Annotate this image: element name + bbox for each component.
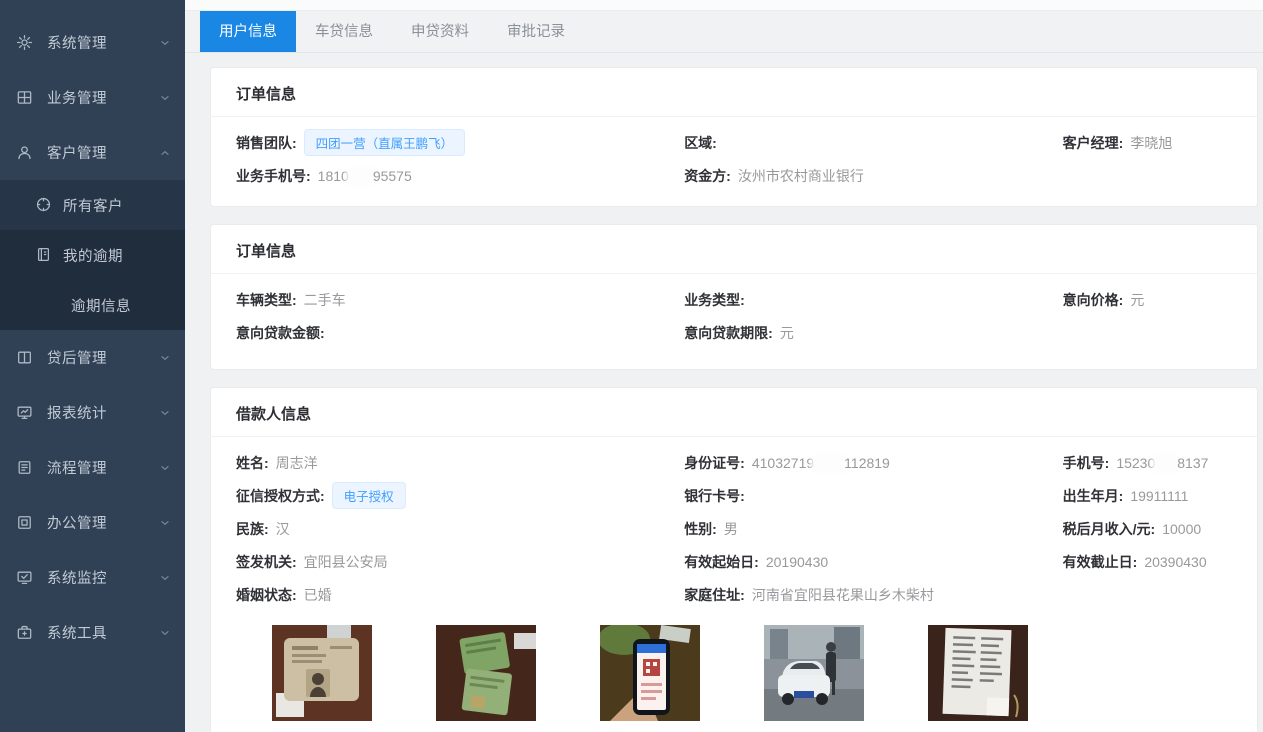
redaction-blur bbox=[815, 457, 843, 470]
field-name: 姓名: 周志洋 bbox=[236, 453, 684, 473]
sidebar-item-reports[interactable]: 报表统计 bbox=[0, 385, 185, 440]
field-sales-team: 销售团队: 四团一营（直属王鹏飞） bbox=[236, 129, 684, 156]
chevron-down-icon bbox=[159, 352, 171, 364]
chevron-down-icon bbox=[159, 407, 171, 419]
grid-icon bbox=[16, 89, 34, 107]
vehicle-order-info-card: 订单信息 车辆类型: 二手车 业务类型: 意向价格: 元 bbox=[210, 224, 1258, 370]
monitor-check-icon bbox=[16, 569, 34, 587]
tab-user-info[interactable]: 用户信息 bbox=[200, 11, 296, 52]
chevron-down-icon bbox=[159, 92, 171, 104]
sidebar-item-label: 我的逾期 bbox=[63, 245, 123, 266]
card-title: 借款人信息 bbox=[211, 388, 1257, 437]
credit-auth-tag: 电子授权 bbox=[332, 482, 406, 509]
sidebar-item-label: 办公管理 bbox=[47, 512, 159, 533]
main-content: 用户信息 车贷信息 申贷资料 审批记录 订单信息 销售团队: 四团一营（直属王鹏… bbox=[185, 0, 1263, 732]
sidebar-item-tools[interactable]: 系统工具 bbox=[0, 605, 185, 660]
field-home-address: 家庭住址: 河南省宜阳县花果山乡木柴村 bbox=[684, 585, 1062, 605]
field-credit-auth-method: 征信授权方式: 电子授权 bbox=[236, 482, 684, 509]
sidebar-item-postloan[interactable]: 贷后管理 bbox=[0, 330, 185, 385]
field-issuing-authority: 签发机关: 宜阳县公安局 bbox=[236, 552, 684, 572]
chevron-down-icon bbox=[159, 572, 171, 584]
sidebar: 系统管理 业务管理 客户管理 所有客户 我的逾期 逾期信息 bbox=[0, 0, 185, 732]
tab-loan-application-docs[interactable]: 申贷资料 bbox=[392, 11, 488, 52]
sidebar-item-overdue-info[interactable]: 逾期信息 bbox=[0, 280, 185, 330]
field-intended-loan-amount: 意向贷款金额: bbox=[236, 323, 684, 343]
user-icon bbox=[16, 144, 34, 162]
sidebar-item-label: 逾期信息 bbox=[71, 295, 131, 316]
book-icon bbox=[16, 349, 34, 367]
scroll-content: 订单信息 销售团队: 四团一营（直属王鹏飞） 区域: 客户经理: 李晓旭 bbox=[185, 53, 1263, 732]
borrower-info-card: 借款人信息 姓名: 周志洋 身份证号: 41032719112819 手机号: … bbox=[210, 387, 1258, 732]
chevron-down-icon bbox=[159, 627, 171, 639]
sidebar-item-label: 所有客户 bbox=[63, 195, 123, 216]
chevron-down-icon bbox=[159, 37, 171, 49]
chevron-down-icon bbox=[159, 517, 171, 529]
gear-icon bbox=[16, 34, 34, 52]
sidebar-item-monitoring[interactable]: 系统监控 bbox=[0, 550, 185, 605]
sidebar-item-workflow[interactable]: 流程管理 bbox=[0, 440, 185, 495]
field-bank-card: 银行卡号: bbox=[684, 486, 1062, 506]
field-funder: 资金方: 汝州市农村商业银行 bbox=[684, 166, 1062, 186]
field-valid-from: 有效起始日: 20190430 bbox=[684, 552, 1062, 572]
notebook-icon bbox=[35, 246, 53, 264]
sidebar-item-label: 客户管理 bbox=[47, 142, 159, 163]
sidebar-item-business[interactable]: 业务管理 bbox=[0, 70, 185, 125]
sidebar-item-system[interactable]: 系统管理 bbox=[0, 15, 185, 70]
id-card-photo[interactable] bbox=[272, 625, 372, 721]
detail-tabs: 用户信息 车贷信息 申贷资料 审批记录 bbox=[185, 11, 1263, 53]
sidebar-item-my-overdue[interactable]: 我的逾期 bbox=[0, 230, 185, 280]
license-booklet-photo[interactable] bbox=[436, 625, 536, 721]
sidebar-item-office[interactable]: 办公管理 bbox=[0, 495, 185, 550]
redaction-blur bbox=[1156, 457, 1176, 470]
field-intended-loan-term: 意向贷款期限: 元 bbox=[684, 323, 1062, 343]
document-photos: 身份证 驾驶证照片 bbox=[236, 611, 1232, 732]
field-business-type: 业务类型: bbox=[684, 290, 1062, 310]
field-mobile: 手机号: 152308137 bbox=[1063, 453, 1232, 473]
card-title: 订单信息 bbox=[211, 68, 1257, 117]
sidebar-item-label: 业务管理 bbox=[47, 87, 159, 108]
sidebar-item-all-customers[interactable]: 所有客户 bbox=[0, 180, 185, 230]
sidebar-item-label: 报表统计 bbox=[47, 402, 159, 423]
field-valid-to: 有效截止日: 20390430 bbox=[1063, 552, 1232, 572]
sales-team-tag: 四团一营（直属王鹏飞） bbox=[304, 129, 466, 156]
field-vehicle-type: 车辆类型: 二手车 bbox=[236, 290, 684, 310]
sidebar-item-label: 系统工具 bbox=[47, 622, 159, 643]
customer-submenu: 所有客户 我的逾期 逾期信息 bbox=[0, 180, 185, 330]
flow-icon bbox=[16, 459, 34, 477]
sidebar-item-label: 系统监控 bbox=[47, 567, 159, 588]
chevron-up-icon bbox=[159, 147, 171, 159]
sidebar-item-label: 流程管理 bbox=[47, 457, 159, 478]
card-title: 订单信息 bbox=[211, 225, 1257, 274]
order-info-card: 订单信息 销售团队: 四团一营（直属王鹏飞） 区域: 客户经理: 李晓旭 bbox=[210, 67, 1258, 207]
field-id-number: 身份证号: 41032719112819 bbox=[684, 453, 1062, 473]
field-marital-status: 婚姻状态: 已婚 bbox=[236, 585, 684, 605]
sidebar-item-label: 系统管理 bbox=[47, 32, 159, 53]
handwritten-doc-photo[interactable] bbox=[928, 625, 1028, 721]
office-icon bbox=[16, 514, 34, 532]
compass-icon bbox=[35, 196, 53, 214]
field-region: 区域: bbox=[684, 133, 1062, 153]
top-strip bbox=[185, 0, 1263, 11]
toolbox-icon bbox=[16, 624, 34, 642]
field-ethnicity: 民族: 汉 bbox=[236, 519, 684, 539]
tab-car-loan-info[interactable]: 车贷信息 bbox=[296, 11, 392, 52]
field-birth-date: 出生年月: 19911111 bbox=[1063, 486, 1232, 506]
sidebar-item-customer[interactable]: 客户管理 bbox=[0, 125, 185, 180]
field-monthly-income: 税后月收入/元: 10000 bbox=[1063, 519, 1232, 539]
person-car-photo[interactable] bbox=[764, 625, 864, 721]
tab-approval-records[interactable]: 审批记录 bbox=[488, 11, 584, 52]
phone-auth-photo[interactable] bbox=[600, 625, 700, 721]
sidebar-item-label: 贷后管理 bbox=[47, 347, 159, 368]
field-business-phone: 业务手机号: 181095575 bbox=[236, 166, 684, 186]
field-intended-price: 意向价格: 元 bbox=[1063, 290, 1232, 310]
redaction-blur bbox=[350, 170, 372, 183]
chevron-down-icon bbox=[159, 462, 171, 474]
field-gender: 性别: 男 bbox=[684, 519, 1062, 539]
monitor-icon bbox=[16, 404, 34, 422]
field-account-manager: 客户经理: 李晓旭 bbox=[1063, 133, 1232, 153]
